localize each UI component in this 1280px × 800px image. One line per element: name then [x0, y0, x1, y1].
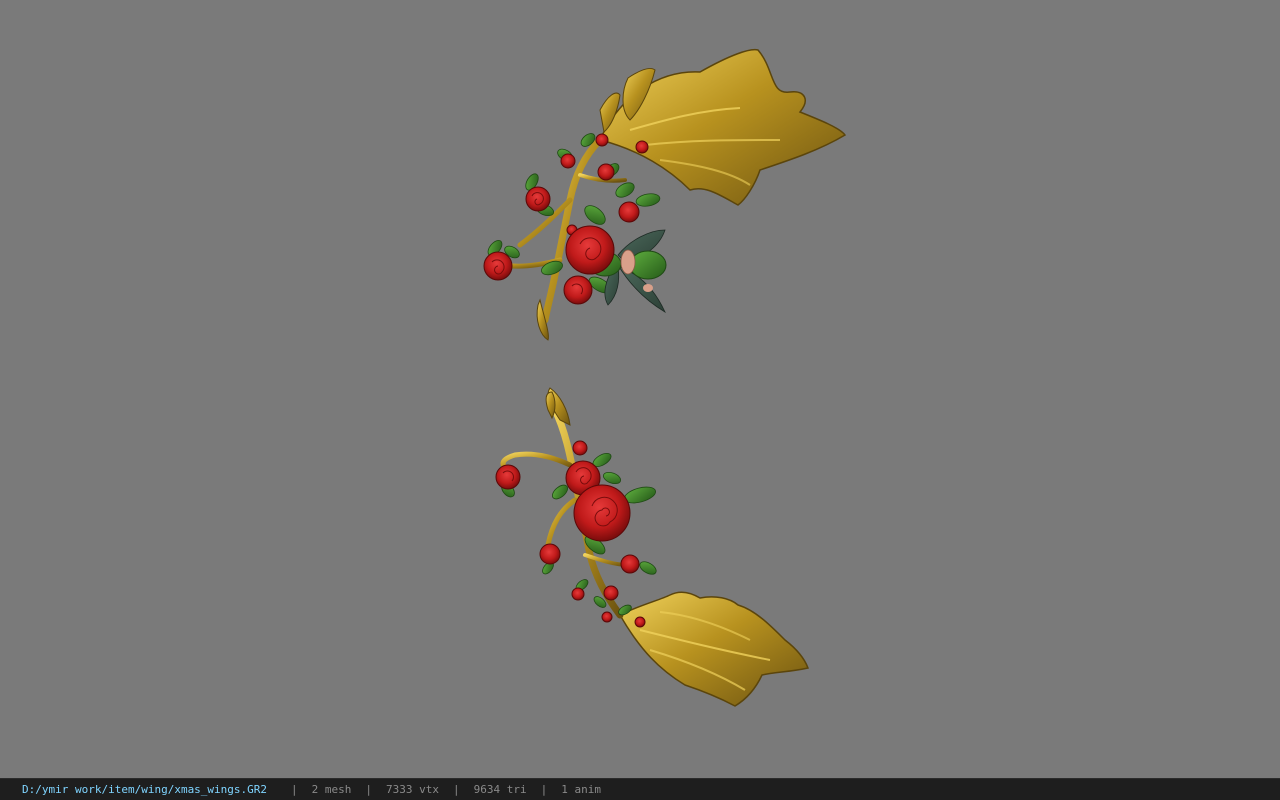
- mesh-count-label: 2 mesh: [311, 783, 352, 796]
- file-path-label: D:/ymir work/item/wing/xmas_wings.GR2: [22, 783, 268, 796]
- wing-model-render: [483, 48, 847, 707]
- upper-wing: [483, 48, 847, 341]
- vertex-count-label: 7333 vtx: [386, 783, 440, 796]
- status-bar: D:/ymir work/item/wing/xmas_wings.GR2 | …: [0, 778, 1280, 800]
- status-separator: |: [453, 783, 460, 796]
- upper-gold-feather: [598, 48, 847, 206]
- model-viewport[interactable]: [0, 0, 1280, 778]
- status-separator: |: [540, 783, 548, 796]
- status-separator: |: [365, 783, 373, 796]
- lower-roses: [495, 440, 646, 628]
- lower-gold-feather: [618, 591, 810, 707]
- triangle-count-label: 9634 tri: [473, 783, 527, 796]
- anim-count-label: 1 anim: [561, 783, 602, 796]
- status-separator: |: [291, 783, 298, 796]
- lower-wing: [495, 387, 810, 707]
